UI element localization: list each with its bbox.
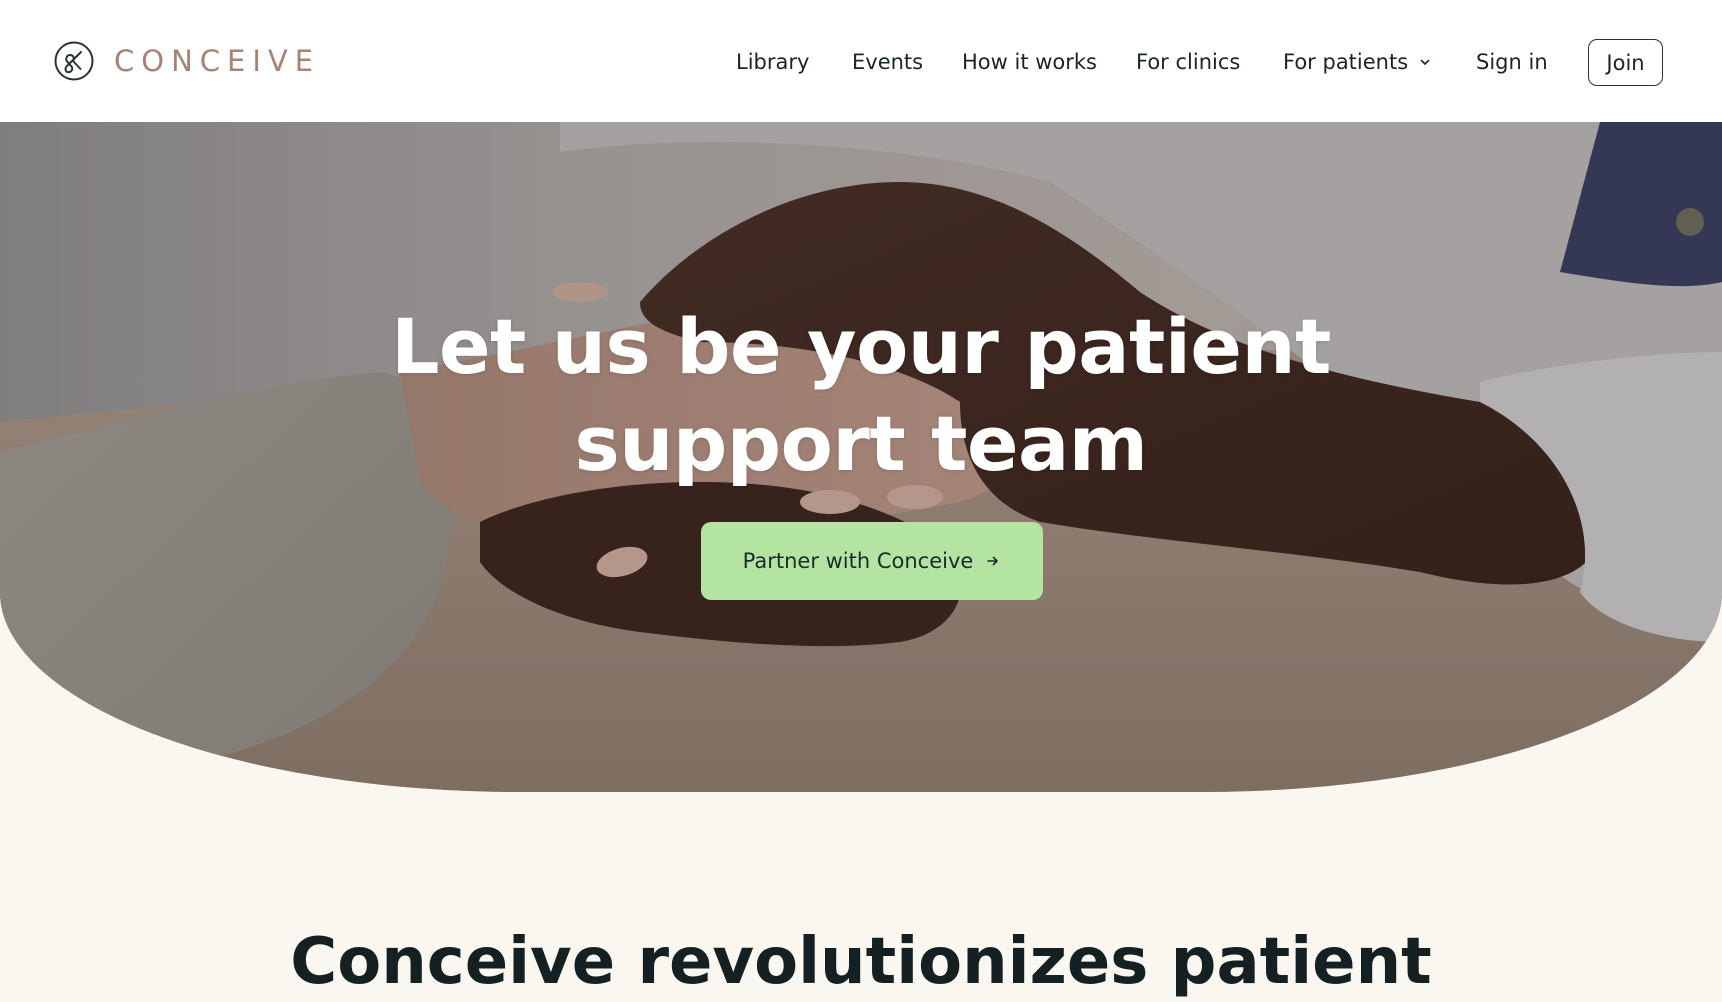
- nav-item-for-patients[interactable]: For patients: [1283, 40, 1432, 84]
- nav-item-how-it-works[interactable]: How it works: [962, 40, 1097, 84]
- join-button[interactable]: Join: [1588, 39, 1663, 86]
- nav-item-library[interactable]: Library: [736, 40, 809, 84]
- nav-item-for-clinics[interactable]: For clinics: [1136, 40, 1240, 84]
- partner-button-label: Partner with Conceive: [742, 549, 974, 573]
- arrow-right-icon: [987, 556, 999, 566]
- chevron-down-icon: [1420, 59, 1430, 65]
- hero-title-line-1: Let us be your patient: [391, 302, 1331, 391]
- sign-in-link[interactable]: Sign in: [1476, 40, 1548, 84]
- intro-heading: Conceive revolutionizes patient: [290, 925, 1432, 999]
- nav-item-for-patients-label: For patients: [1283, 50, 1409, 74]
- intro-section: Conceive revolutionizes patient: [0, 792, 1722, 1002]
- partner-with-conceive-button[interactable]: Partner with Conceive: [701, 522, 1043, 600]
- site-header: CONCEIVE Library Events How it works For…: [0, 0, 1722, 122]
- main-nav: Library Events How it works For clinics …: [0, 40, 1722, 84]
- hero-section: Let us be your patient support team Part…: [0, 122, 1722, 792]
- hero-title: Let us be your patient support team: [0, 298, 1722, 492]
- nav-item-events[interactable]: Events: [852, 40, 923, 84]
- hero-title-line-2: support team: [574, 399, 1148, 488]
